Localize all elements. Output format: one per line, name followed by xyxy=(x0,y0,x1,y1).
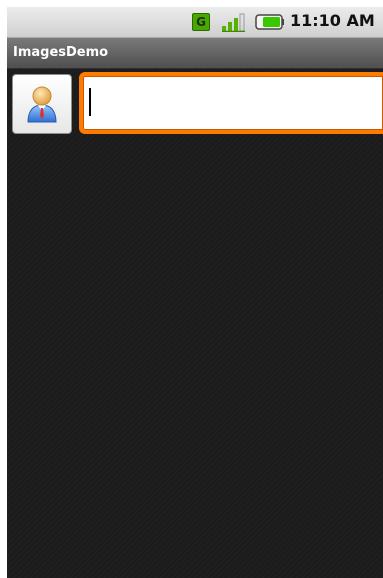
contact-person-icon xyxy=(27,86,57,123)
battery-icon xyxy=(255,14,284,30)
text-input-field[interactable] xyxy=(79,72,383,134)
status-clock: 11:10 AM xyxy=(290,11,375,30)
content-area xyxy=(7,69,383,578)
text-cursor xyxy=(89,88,91,116)
signal-strength-icon xyxy=(222,13,245,32)
network-type-icon: G xyxy=(192,13,210,31)
status-bar: G 11:10 AM xyxy=(7,7,383,38)
text-input[interactable] xyxy=(87,82,367,122)
contact-image-button[interactable] xyxy=(12,74,72,134)
device-screen: G 11:10 AM ImagesDemo xyxy=(7,7,383,578)
title-bar: ImagesDemo xyxy=(7,38,383,69)
app-title: ImagesDemo xyxy=(13,45,109,60)
